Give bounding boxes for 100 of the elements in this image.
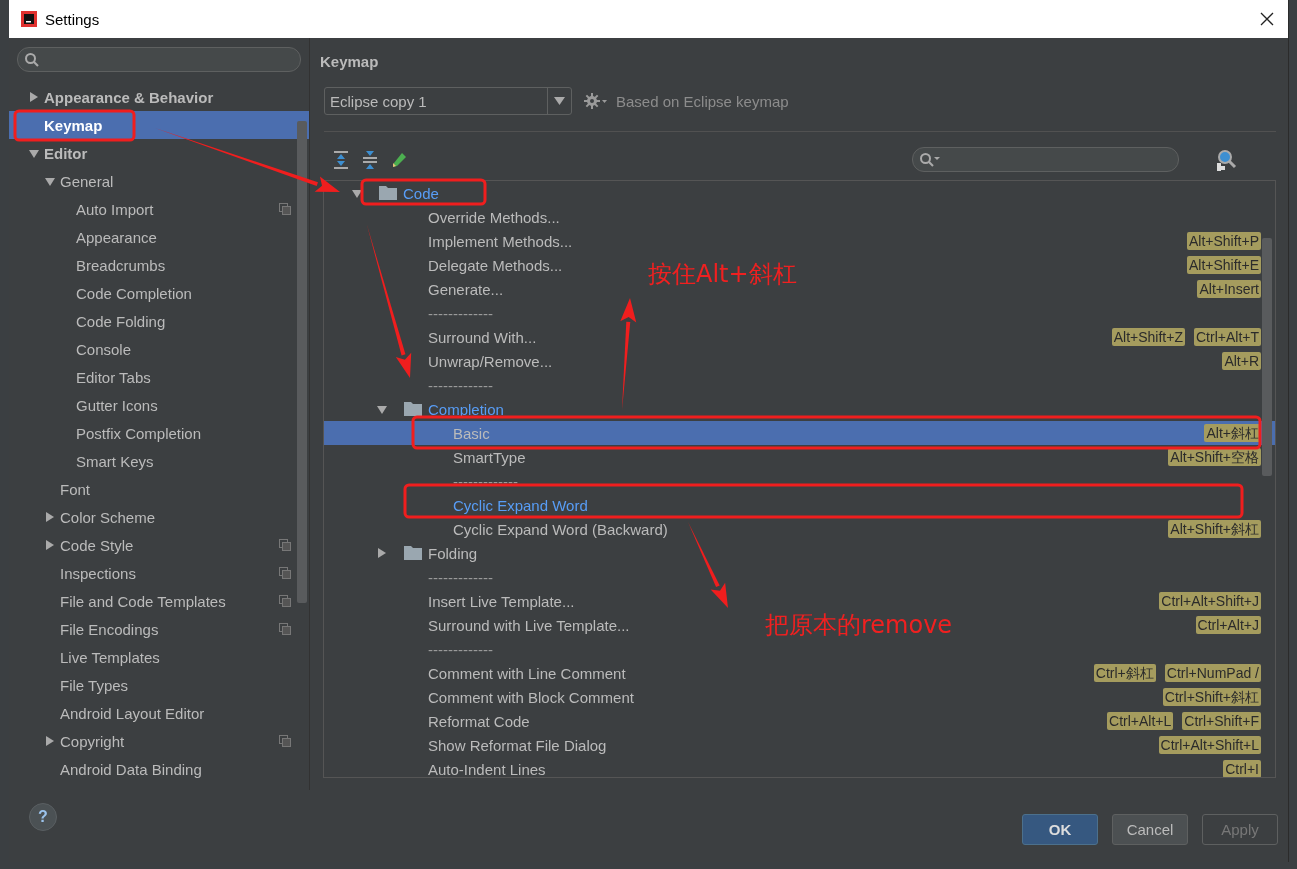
keymap-action[interactable]: SmartType bbox=[453, 448, 526, 466]
settings-tree-label[interactable]: Auto Import bbox=[76, 200, 154, 218]
expanded-arrow-icon[interactable] bbox=[377, 404, 387, 414]
keymap-action[interactable]: Auto-Indent Lines bbox=[428, 760, 546, 777]
settings-tree-label[interactable]: Editor bbox=[44, 144, 88, 162]
settings-tree-item-selected[interactable]: Keymap bbox=[9, 111, 309, 139]
settings-tree-label[interactable]: Android Layout Editor bbox=[60, 704, 205, 722]
settings-tree-label[interactable]: File and Code Templates bbox=[60, 592, 226, 610]
settings-tree-label[interactable]: Console bbox=[76, 340, 132, 358]
keymap-action[interactable]: Surround With... bbox=[428, 328, 537, 346]
help-button[interactable]: ? bbox=[29, 803, 57, 831]
collapsed-arrow-icon[interactable] bbox=[29, 92, 38, 102]
settings-tree-label[interactable]: File Types bbox=[60, 676, 129, 694]
shortcut-badge: Ctrl+Shift+F bbox=[1182, 712, 1261, 730]
settings-tree-label[interactable]: Font bbox=[60, 480, 90, 498]
settings-tree-label[interactable]: Appearance & Behavior bbox=[44, 88, 214, 106]
collapsed-arrow-icon[interactable] bbox=[377, 548, 386, 558]
separator-text: ------------- bbox=[428, 640, 493, 658]
collapsed-arrow-icon[interactable] bbox=[45, 540, 54, 550]
settings-tree-label[interactable]: File Encodings bbox=[60, 620, 159, 638]
settings-tree-label[interactable]: Postfix Completion bbox=[76, 424, 202, 442]
page-heading: Keymap bbox=[320, 52, 380, 72]
collapsed-arrow-icon[interactable] bbox=[45, 512, 54, 522]
shortcut-search-field[interactable] bbox=[912, 147, 1179, 172]
keymap-action[interactable]: Cyclic Expand Word (Backward) bbox=[453, 520, 668, 538]
keymap-action[interactable]: Insert Live Template... bbox=[428, 592, 575, 610]
expand-all-icon[interactable] bbox=[333, 150, 349, 169]
shortcut-badge: Ctrl+Alt+Shift+J bbox=[1159, 592, 1261, 610]
shortcut-badge: Ctrl+I bbox=[1223, 760, 1261, 777]
keymap-group[interactable]: Folding bbox=[428, 544, 478, 562]
keymap-action[interactable]: Delegate Methods... bbox=[428, 256, 563, 274]
settings-icon[interactable] bbox=[584, 93, 608, 109]
expanded-arrow-icon[interactable] bbox=[29, 148, 39, 158]
window-title: Settings bbox=[45, 10, 100, 28]
settings-tree-label[interactable]: Copyright bbox=[60, 732, 125, 750]
search-icon bbox=[919, 151, 941, 168]
shortcut-badge: Ctrl+Alt+Shift+L bbox=[1158, 736, 1261, 754]
settings-tree-label[interactable]: Code Folding bbox=[76, 312, 166, 330]
settings-tree-label[interactable]: General bbox=[60, 172, 114, 190]
collapsed-arrow-icon[interactable] bbox=[45, 736, 54, 746]
keymap-action[interactable]: Unwrap/Remove... bbox=[428, 352, 553, 370]
scrollbar-thumb[interactable] bbox=[1262, 238, 1272, 476]
selected-row-highlight[interactable]: Basic Alt+斜杠 bbox=[324, 421, 1275, 445]
expanded-arrow-icon[interactable] bbox=[45, 176, 55, 186]
shortcut-badge: Ctrl+斜杠 bbox=[1093, 664, 1156, 682]
shortcut-badge: Alt+Insert bbox=[1197, 280, 1261, 298]
annotation-note: 把原本的remove bbox=[765, 610, 953, 640]
shortcut-badge: Ctrl+NumPad / bbox=[1164, 664, 1261, 682]
collapse-all-icon[interactable] bbox=[362, 150, 378, 169]
shortcut-badge: Ctrl+Shift+斜杠 bbox=[1162, 688, 1261, 706]
expanded-arrow-icon[interactable] bbox=[352, 188, 362, 198]
keymap-action[interactable]: Show Reformat File Dialog bbox=[428, 736, 607, 754]
folder-icon bbox=[379, 186, 397, 200]
folder-icon bbox=[404, 546, 422, 560]
shortcut-badge: Alt+Shift+斜杠 bbox=[1168, 520, 1261, 538]
settings-tree-label[interactable]: Gutter Icons bbox=[76, 396, 158, 414]
folder-icon bbox=[404, 402, 422, 416]
keymap-action[interactable]: Reformat Code bbox=[428, 712, 530, 730]
keymap-action[interactable]: Cyclic Expand Word bbox=[453, 496, 588, 514]
settings-tree-label[interactable]: Android Data Binding bbox=[60, 760, 202, 778]
settings-tree-label[interactable]: Code Completion bbox=[76, 284, 192, 302]
keymap-action[interactable]: Override Methods... bbox=[428, 208, 560, 226]
shortcut-badge: Alt+Shift+Z bbox=[1111, 328, 1185, 346]
shortcut-badge: Alt+Shift+E bbox=[1186, 256, 1261, 274]
keymap-action[interactable]: Comment with Block Comment bbox=[428, 688, 634, 706]
separator-text: ------------- bbox=[453, 472, 518, 490]
dropdown-arrow-icon[interactable] bbox=[554, 97, 565, 105]
keymap-group[interactable]: Completion bbox=[428, 400, 504, 418]
pencil-icon[interactable] bbox=[391, 151, 407, 168]
keymap-dropdown[interactable]: Eclipse copy 1 bbox=[324, 87, 572, 115]
keymap-action[interactable]: Generate... bbox=[428, 280, 504, 298]
find-by-shortcut-icon[interactable] bbox=[1216, 148, 1238, 171]
settings-tree-label[interactable]: Inspections bbox=[60, 564, 136, 582]
settings-tree-label[interactable]: Appearance bbox=[76, 228, 157, 246]
shortcut-badge: Ctrl+Alt+L bbox=[1107, 712, 1174, 730]
settings-tree-label[interactable]: Breadcrumbs bbox=[76, 256, 166, 274]
dialog-button[interactable]: Cancel bbox=[1112, 814, 1188, 845]
close-icon[interactable] bbox=[1260, 12, 1274, 26]
separator-text: ------------- bbox=[428, 568, 493, 586]
shortcut-badge: Alt+R bbox=[1222, 352, 1261, 370]
keymap-action[interactable]: Implement Methods... bbox=[428, 232, 573, 250]
shortcut-badge: Ctrl+Alt+J bbox=[1195, 616, 1261, 634]
search-field[interactable] bbox=[17, 47, 301, 72]
annotation-note: 按住Alt+斜杠 bbox=[648, 259, 797, 289]
scrollbar-thumb[interactable] bbox=[297, 121, 307, 603]
dialog-button[interactable]: OK bbox=[1022, 814, 1098, 845]
settings-tree-label[interactable]: Code Style bbox=[60, 536, 134, 554]
search-icon bbox=[24, 51, 40, 68]
keymap-group[interactable]: Code bbox=[403, 184, 439, 202]
based-on-label: Based on Eclipse keymap bbox=[616, 92, 789, 110]
keymap-action[interactable]: Surround with Live Template... bbox=[428, 616, 630, 634]
shortcut-badge: Alt+斜杠 bbox=[1204, 424, 1261, 442]
settings-tree-label[interactable]: Editor Tabs bbox=[76, 368, 151, 386]
shortcut-badge: Alt+Shift+P bbox=[1186, 232, 1261, 250]
separator-text: ------------- bbox=[428, 304, 493, 322]
shortcut-badge: Ctrl+Alt+T bbox=[1194, 328, 1261, 346]
settings-tree-label[interactable]: Live Templates bbox=[60, 648, 160, 666]
settings-tree-label[interactable]: Color Scheme bbox=[60, 508, 156, 526]
keymap-action[interactable]: Comment with Line Comment bbox=[428, 664, 626, 682]
settings-tree-label[interactable]: Smart Keys bbox=[76, 452, 154, 470]
